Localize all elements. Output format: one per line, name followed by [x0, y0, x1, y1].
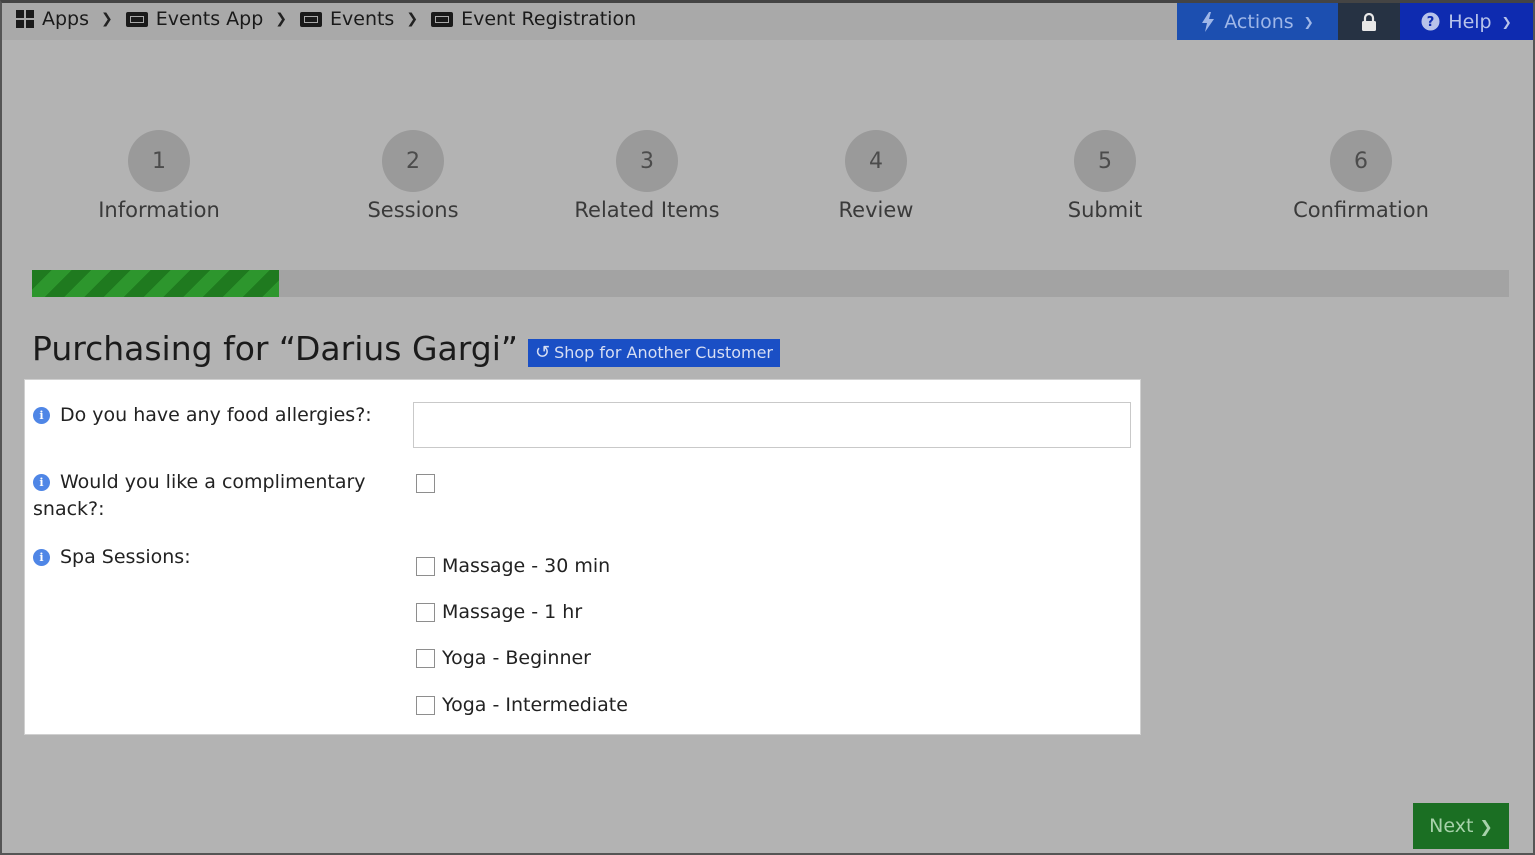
chevron-right-icon: ❯: [101, 11, 113, 27]
question-circle-icon: ?: [1421, 12, 1440, 31]
chevron-right-icon: ❯: [275, 11, 287, 27]
help-menu-button[interactable]: ? Help ❯: [1400, 3, 1533, 40]
spa-option[interactable]: Massage - 30 min: [416, 555, 610, 577]
spa-option[interactable]: Yoga - Beginner: [416, 647, 591, 669]
food-allergies-label-text: Do you have any food allergies?:: [60, 404, 372, 426]
breadcrumb-events[interactable]: Events: [300, 8, 394, 30]
ticket-icon: [300, 11, 322, 27]
actions-menu-button[interactable]: Actions ❯: [1177, 3, 1338, 40]
breadcrumb-event-registration-label: Event Registration: [461, 8, 637, 30]
food-allergies-label: i Do you have any food allergies?:: [33, 402, 383, 429]
step-label: Related Items: [574, 198, 720, 222]
spa-option-label: Massage - 1 hr: [442, 601, 583, 623]
step-label: Confirmation: [1293, 198, 1429, 222]
step-information: 1 Information: [59, 130, 259, 222]
purchasing-header: Purchasing for “Darius Gargi” ↺ Shop for…: [32, 329, 781, 368]
breadcrumb-apps[interactable]: Apps: [16, 8, 89, 30]
actions-label: Actions: [1224, 10, 1294, 33]
snack-label-text: Would you like a complimentary snack?:: [33, 471, 366, 520]
info-icon[interactable]: i: [33, 549, 50, 566]
step-confirmation: 6 Confirmation: [1261, 130, 1461, 222]
bolt-icon: [1202, 11, 1215, 32]
chevron-right-icon: ❯: [406, 11, 419, 27]
top-bar: Apps ❯ Events App ❯ Events ❯ Event Regis…: [2, 3, 1533, 40]
info-icon[interactable]: i: [33, 407, 50, 424]
breadcrumb: Apps ❯ Events App ❯ Events ❯ Event Regis…: [16, 5, 636, 33]
spa-option-label: Yoga - Intermediate: [442, 694, 628, 716]
food-allergies-input[interactable]: [413, 402, 1131, 448]
svg-text:?: ?: [1427, 15, 1435, 30]
spa-option-checkbox[interactable]: [416, 556, 435, 576]
spa-option[interactable]: Massage - 1 hr: [416, 601, 582, 623]
spa-option-checkbox[interactable]: [416, 648, 435, 668]
page-title: Purchasing for “Darius Gargi”: [32, 329, 518, 368]
step-sessions: 2 Sessions: [313, 130, 513, 222]
step-number: 4: [845, 130, 907, 192]
spa-option-checkbox[interactable]: [416, 602, 435, 622]
step-review: 4 Review: [776, 130, 976, 222]
breadcrumb-event-registration[interactable]: Event Registration: [431, 8, 636, 30]
spa-sessions-label-text: Spa Sessions:: [60, 546, 191, 568]
next-button[interactable]: Next ❯: [1413, 803, 1509, 849]
apps-grid-icon: [16, 10, 34, 28]
ticket-icon: [125, 11, 148, 27]
progress-bar: [32, 270, 1509, 297]
chevron-down-icon: ❯: [1303, 14, 1314, 29]
chevron-down-icon: ❯: [1501, 14, 1512, 29]
progress-bar-fill: [32, 270, 279, 297]
spa-option[interactable]: Yoga - Intermediate: [416, 694, 628, 716]
next-label: Next: [1429, 815, 1474, 837]
lock-button[interactable]: [1338, 3, 1400, 40]
breadcrumb-events-app-label: Events App: [155, 8, 264, 30]
ticket-icon: [431, 11, 454, 27]
lock-icon: [1362, 12, 1376, 31]
breadcrumb-apps-label: Apps: [42, 8, 90, 30]
spa-sessions-label: i Spa Sessions:: [33, 544, 383, 571]
step-related-items: 3 Related Items: [547, 130, 747, 222]
step-label: Sessions: [367, 198, 459, 222]
step-number: 3: [616, 130, 678, 192]
spa-option-checkbox[interactable]: [416, 695, 435, 715]
step-number: 6: [1330, 130, 1392, 192]
step-submit: 5 Submit: [1005, 130, 1205, 222]
spa-option-label: Yoga - Beginner: [442, 647, 591, 669]
spa-option-label: Massage - 30 min: [442, 555, 611, 577]
snack-checkbox[interactable]: [416, 474, 435, 493]
undo-icon: ↺: [534, 342, 551, 363]
help-label: Help: [1448, 10, 1492, 33]
registration-form: i Do you have any food allergies?: i Would…: [24, 379, 1141, 735]
step-label: Review: [838, 198, 914, 222]
step-number: 5: [1074, 130, 1136, 192]
step-label: Submit: [1067, 198, 1143, 222]
breadcrumb-events-label: Events: [330, 8, 395, 30]
snack-label: i Would you like a complimentary snack?:: [33, 469, 383, 523]
step-number: 2: [382, 130, 444, 192]
step-label: Information: [98, 198, 220, 222]
breadcrumb-events-app[interactable]: Events App: [125, 8, 264, 30]
shop-for-another-customer-button[interactable]: ↺ Shop for Another Customer: [527, 338, 781, 367]
step-number: 1: [128, 130, 190, 192]
shop-for-another-customer-label: Shop for Another Customer: [554, 343, 774, 362]
info-icon[interactable]: i: [33, 474, 50, 491]
chevron-right-icon: ❯: [1479, 816, 1493, 836]
